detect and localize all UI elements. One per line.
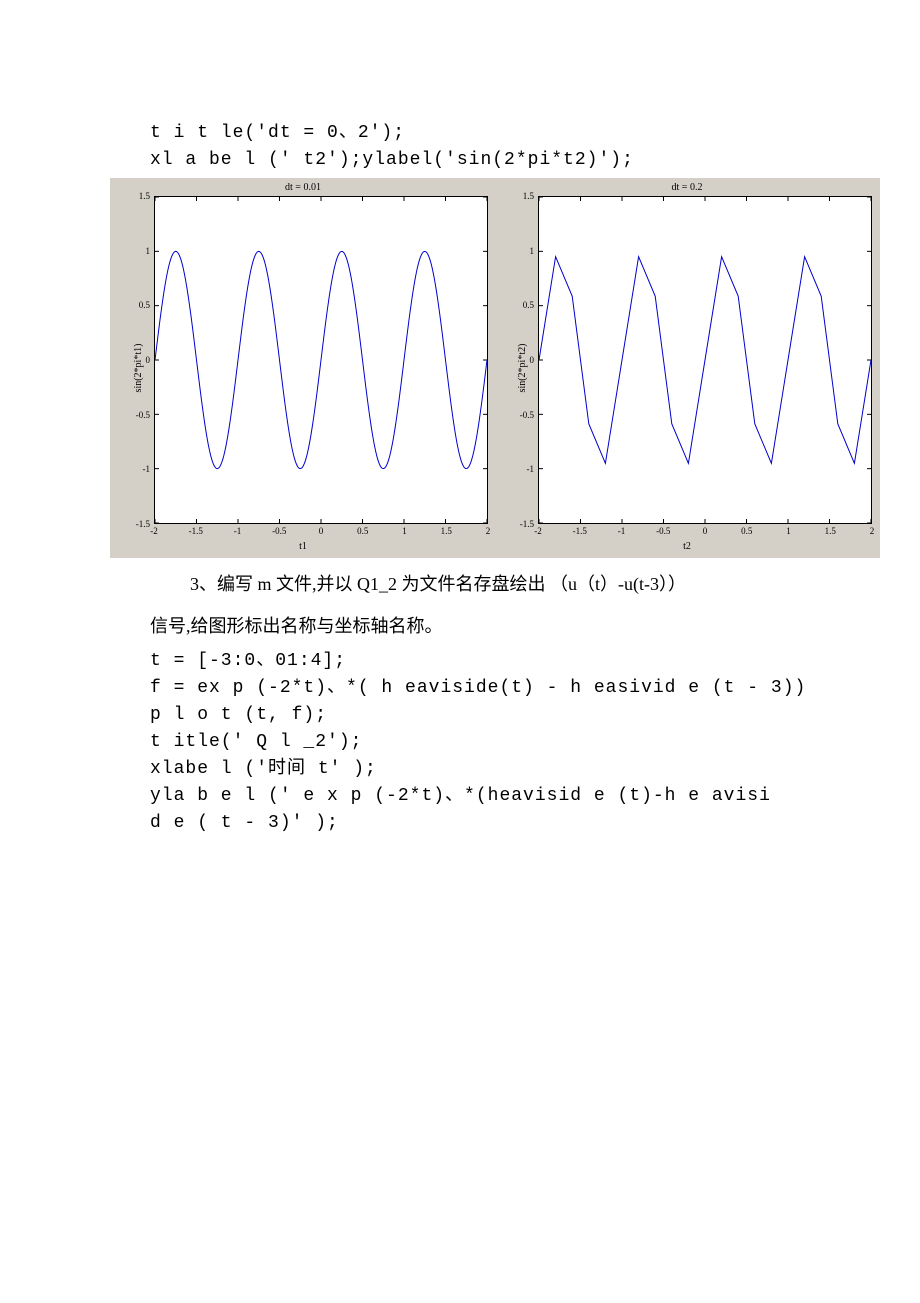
xtick: -2 xyxy=(150,526,158,536)
x-ticks: -2 -1.5 -1 -0.5 0 0.5 1 1.5 2 xyxy=(538,526,872,538)
ytick: 0.5 xyxy=(510,300,534,310)
code-line: f = ex p (-2*t)、*( h eaviside(t) - h eas… xyxy=(150,678,806,698)
matlab-figure: dt = 0.01 sin(2*pi*t1) 1.5 1 0.5 xyxy=(110,178,880,558)
xtick: 2 xyxy=(486,526,491,536)
plot-area xyxy=(154,196,488,524)
code-block-bottom: t = [-3:0、01:4]; f = ex p (-2*t)、*( h ea… xyxy=(150,648,860,837)
xtick: 1.5 xyxy=(825,526,836,536)
xtick: -0.5 xyxy=(272,526,286,536)
ytick: 1.5 xyxy=(510,191,534,201)
line-plot xyxy=(155,197,487,523)
xtick: 0 xyxy=(319,526,324,536)
xtick: -1 xyxy=(234,526,242,536)
xtick: 1.5 xyxy=(441,526,452,536)
code-line: p l o t (t, f); xyxy=(150,705,327,725)
text-line: 信号,给图形标出名称与坐标轴名称。 xyxy=(150,616,443,636)
x-ticks: -2 -1.5 -1 -0.5 0 0.5 1 1.5 2 xyxy=(154,526,488,538)
problem-text: 信号,给图形标出名称与坐标轴名称。 xyxy=(150,608,860,644)
xtick: -2 xyxy=(534,526,542,536)
ytick: 1 xyxy=(126,246,150,256)
code-line: xlabe l ('时间 t' ); xyxy=(150,759,377,779)
code-line: t itle(' Q l _2'); xyxy=(150,732,362,752)
y-ticks: 1.5 1 0.5 0 -0.5 -1 -1.5 xyxy=(126,196,152,524)
subplot-right: dt = 0.2 sin(2*pi*t2) 1.5 1 0.5 0 xyxy=(500,184,874,552)
plot-title: dt = 0.01 xyxy=(116,182,490,193)
ytick: 0 xyxy=(126,355,150,365)
ytick: -1.5 xyxy=(510,519,534,529)
xtick: 0.5 xyxy=(741,526,752,536)
xtick: 1 xyxy=(402,526,407,536)
ytick: -0.5 xyxy=(126,410,150,420)
code-line: yla b e l (' e x p (-2*t)、*(heavisid e (… xyxy=(150,786,771,806)
ytick: 0.5 xyxy=(126,300,150,310)
x-axis-label: t1 xyxy=(116,541,490,552)
ytick: 1 xyxy=(510,246,534,256)
code-line: t = [-3:0、01:4]; xyxy=(150,651,346,671)
xtick: 0.5 xyxy=(357,526,368,536)
xtick: -1.5 xyxy=(573,526,587,536)
xtick: -1 xyxy=(618,526,626,536)
ytick: 0 xyxy=(510,355,534,365)
code-block-top: t i t le('dt = 0、2'); xl a be l (' t2');… xyxy=(150,120,860,174)
ytick: -1 xyxy=(126,464,150,474)
text-line: 3、编写 m 文件,并以 Q1_2 为文件名存盘绘出 （u（t）-u(t-3）） xyxy=(190,574,686,594)
y-ticks: 1.5 1 0.5 0 -0.5 -1 -1.5 xyxy=(510,196,536,524)
ytick: -1.5 xyxy=(126,519,150,529)
code-line: xl a be l (' t2');ylabel('sin(2*pi*t2)')… xyxy=(150,150,634,170)
problem-text: 3、编写 m 文件,并以 Q1_2 为文件名存盘绘出 （u（t）-u(t-3）） xyxy=(190,566,860,602)
x-axis-label: t2 xyxy=(500,541,874,552)
code-line: t i t le('dt = 0、2'); xyxy=(150,123,405,143)
ytick: -1 xyxy=(510,464,534,474)
subplot-left: dt = 0.01 sin(2*pi*t1) 1.5 1 0.5 xyxy=(116,184,490,552)
line-plot xyxy=(539,197,871,523)
xtick: -0.5 xyxy=(656,526,670,536)
xtick: 2 xyxy=(870,526,875,536)
ytick: 1.5 xyxy=(126,191,150,201)
xtick: -1.5 xyxy=(189,526,203,536)
plot-title: dt = 0.2 xyxy=(500,182,874,193)
xtick: 0 xyxy=(703,526,708,536)
page: t i t le('dt = 0、2'); xl a be l (' t2');… xyxy=(0,0,920,1303)
xtick: 1 xyxy=(786,526,791,536)
plot-area xyxy=(538,196,872,524)
code-line: d e ( t - 3)' ); xyxy=(150,813,339,833)
ytick: -0.5 xyxy=(510,410,534,420)
